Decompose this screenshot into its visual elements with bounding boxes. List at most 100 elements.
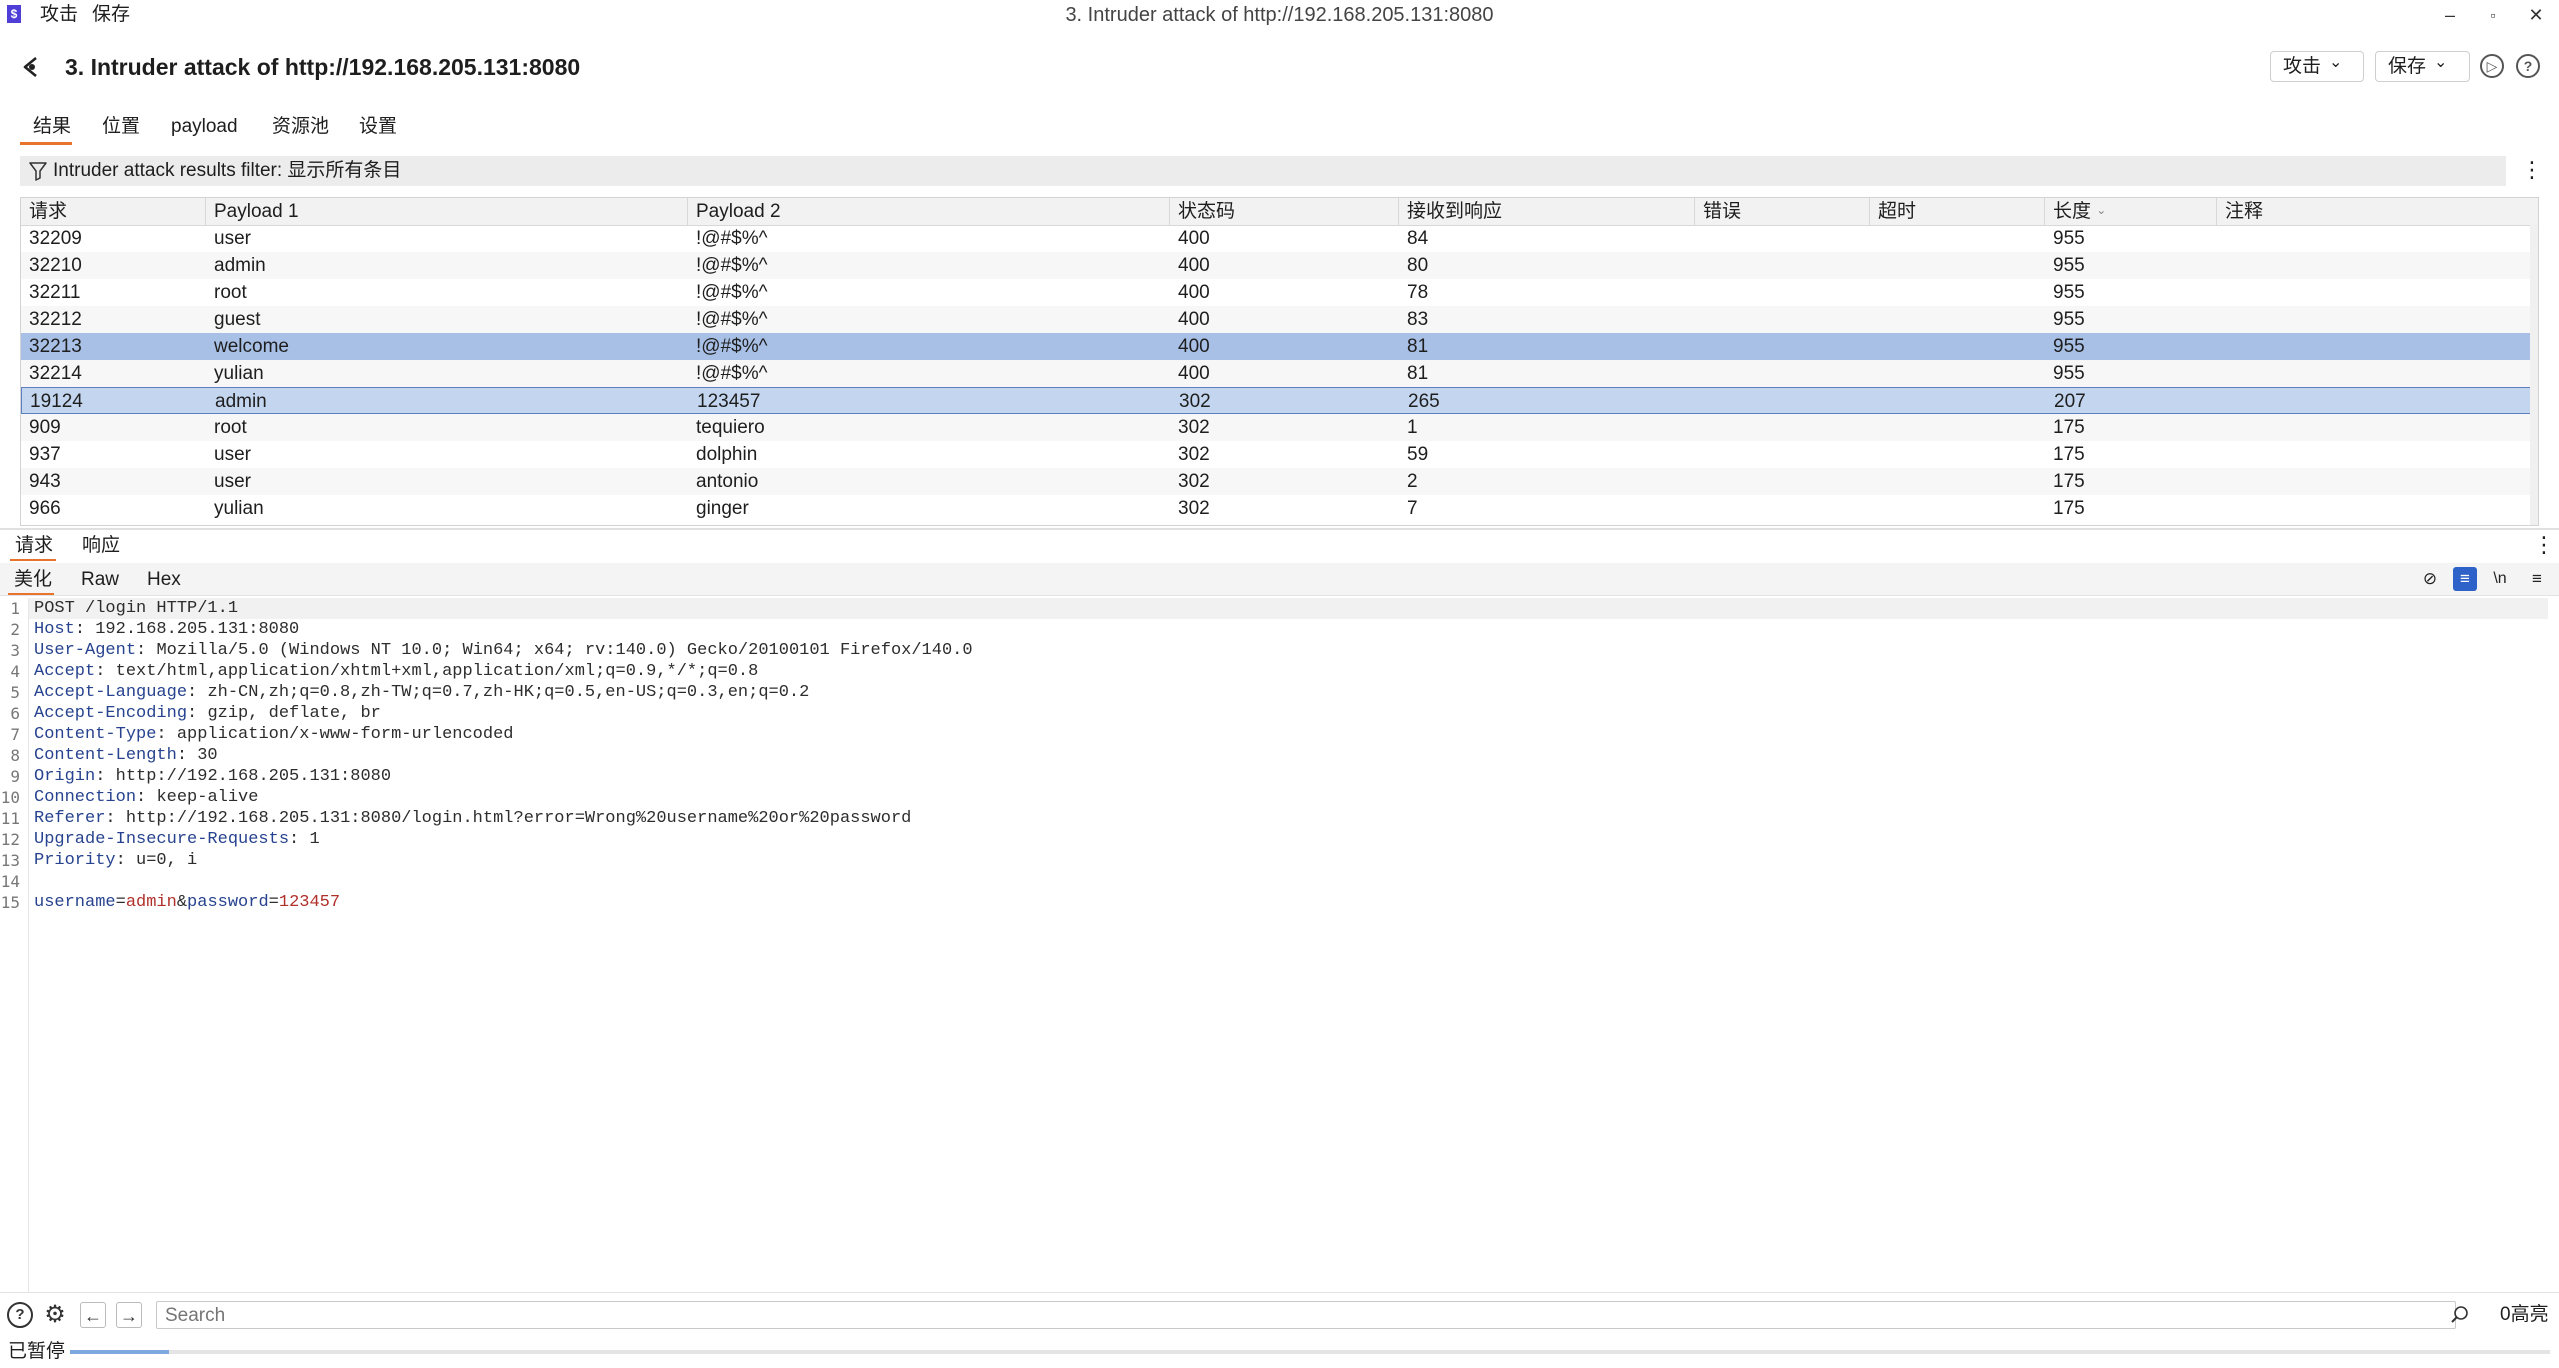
chevron-down-icon: ⌄ [2329,54,2343,71]
header-value: POST /login HTTP/1.1 [34,599,239,618]
cell-timeout [1870,495,2045,522]
search-icon[interactable] [2450,1305,2470,1325]
table-row[interactable]: 32212 guest !@#$%^ 400 83 955 [21,306,2531,333]
header-line[interactable]: Upgrade-Insecure-Requests: 1 [34,829,320,850]
editor-menu-icon[interactable]: ≡ [2525,567,2549,591]
column-header-error[interactable]: 错误 [1695,198,1870,225]
table-row[interactable]: 32211 root !@#$%^ 400 78 955 [21,279,2531,306]
column-header-comment[interactable]: 注释 [2217,198,2531,225]
cell-request: 32212 [29,309,82,330]
table-row[interactable]: 19124 admin 123457 302 265 207 [21,387,2531,414]
header-line[interactable]: Accept-Language: zh-CN,zh;q=0.8,zh-TW;q=… [34,682,809,703]
header-line[interactable]: Connection: keep-alive [34,787,258,808]
header-line[interactable]: Content-Type: application/x-www-form-url… [34,724,513,745]
request-line[interactable]: POST /login HTTP/1.1 [34,598,238,619]
table-row[interactable]: 943 user antonio 302 2 175 [21,468,2531,495]
request-editor[interactable]: 1 POST /login HTTP/1.1 2 Host: 192.168.205.… [0,598,2559,1292]
header-separator: : [95,662,116,681]
tab-resource-pool[interactable]: 资源池 [272,114,329,140]
tab-payload[interactable]: payload [171,114,238,140]
cell-p2: !@#$%^ [696,309,768,330]
minimize-icon[interactable]: – [2430,2,2470,28]
menu-attack[interactable]: 攻击 [40,3,78,27]
gear-icon[interactable]: ⚙ [42,1302,68,1328]
header-separator: : [187,683,208,702]
column-header-status[interactable]: 状态码 [1170,198,1399,225]
line-number: 13 [0,851,20,870]
line-number: 5 [10,683,20,702]
tab-positions[interactable]: 位置 [102,114,140,140]
header-name: Content-Length [34,746,177,765]
column-header-length[interactable]: 长度 ⌄ [2045,198,2217,225]
help-icon[interactable]: ? [7,1302,33,1328]
header-line[interactable]: Origin: http://192.168.205.131:8080 [34,766,391,787]
tab-request[interactable]: 请求 [15,533,53,559]
wrap-lines-icon[interactable]: ≡ [2453,567,2477,591]
table-row[interactable]: 32209 user !@#$%^ 400 84 955 [21,225,2531,252]
filter-icon[interactable] [29,161,47,181]
header-line[interactable]: Content-Length: 30 [34,745,218,766]
cell-length: 955 [2053,309,2085,330]
header-name: Origin [34,767,96,786]
cell-p1: welcome [214,336,289,357]
column-header-timeout[interactable]: 超时 [1870,198,2045,225]
header-name: Priority [34,851,116,870]
tab-raw[interactable]: Raw [81,567,119,593]
filter-label[interactable]: Intruder attack results filter: 显示所有条目 [53,157,401,185]
table-row[interactable]: 32210 admin !@#$%^ 400 80 955 [21,252,2531,279]
search-input[interactable] [163,1302,2427,1330]
tab-settings[interactable]: 设置 [359,114,397,140]
cell-timeout [1870,333,2045,360]
column-header-payload2[interactable]: Payload 2 [688,198,1170,225]
save-button[interactable]: 保存 ⌄ [2375,51,2470,82]
header-name: Host [34,620,75,639]
header-line[interactable]: Accept-Encoding: gzip, deflate, br [34,703,381,724]
cell-p1: root [214,417,247,438]
header-line[interactable]: Accept: text/html,application/xhtml+xml,… [34,661,758,682]
tab-response[interactable]: 响应 [82,533,120,559]
more-options-icon[interactable]: ⋮ [2521,156,2543,184]
header-line[interactable]: Referer: http://192.168.205.131:8080/log… [34,808,911,829]
table-scrollbar[interactable] [2530,225,2538,525]
cell-p2: !@#$%^ [696,363,768,384]
column-header-payload1[interactable]: Payload 1 [206,198,688,225]
table-row[interactable]: 966 yulian ginger 302 7 175 [21,495,2531,522]
cell-comment [2217,279,2531,306]
table-row[interactable]: 32214 yulian !@#$%^ 400 81 955 [21,360,2531,387]
column-header-request[interactable]: 请求 [21,198,206,225]
header-name: Upgrade-Insecure-Requests [34,830,290,849]
cell-p1: guest [214,309,261,330]
play-icon[interactable]: ▷ [2480,54,2504,78]
attack-button[interactable]: 攻击 ⌄ [2270,51,2364,82]
forward-arrow-icon[interactable]: → [116,1302,142,1328]
header-value: 192.168.205.131:8080 [95,620,300,639]
cell-timeout [1870,252,2045,279]
cell-request: 909 [29,417,61,438]
attack-status: 已暂停 [8,1341,66,1362]
cell-received: 80 [1407,255,1429,276]
param-value: admin [125,893,177,912]
cell-p1: root [214,282,247,303]
table-row[interactable]: 909 root tequiero 302 1 175 [21,414,2531,441]
pane-more-options-icon[interactable]: ⋮ [2533,532,2555,558]
close-icon[interactable]: ✕ [2516,2,2556,28]
header-line[interactable]: Priority: u=0, i [34,850,197,871]
search-box[interactable] [156,1301,2456,1330]
pane-divider[interactable] [0,528,2559,530]
restore-icon[interactable]: ▫ [2473,2,2513,28]
table-row[interactable]: 937 user dolphin 302 59 175 [21,441,2531,468]
tab-results[interactable]: 结果 [33,114,71,140]
attack-nav-icon[interactable] [17,52,47,82]
show-newlines-icon[interactable]: \n [2488,567,2512,591]
header-line[interactable]: User-Agent: Mozilla/5.0 (Windows NT 10.0… [34,640,973,661]
back-arrow-icon[interactable]: ← [80,1302,106,1328]
tab-pretty[interactable]: 美化 [14,567,52,593]
column-header-received[interactable]: 接收到响应 [1399,198,1695,225]
tab-hex[interactable]: Hex [147,567,181,593]
request-body-line[interactable]: username=admin&password=123457 [34,892,340,913]
table-row[interactable]: 32213 welcome !@#$%^ 400 81 955 [21,333,2531,360]
help-icon[interactable]: ? [2516,54,2540,78]
menu-save[interactable]: 保存 [92,3,130,27]
header-line[interactable]: Host: 192.168.205.131:8080 [34,619,299,640]
hide-nonprintable-icon[interactable]: ⊘ [2418,567,2442,591]
